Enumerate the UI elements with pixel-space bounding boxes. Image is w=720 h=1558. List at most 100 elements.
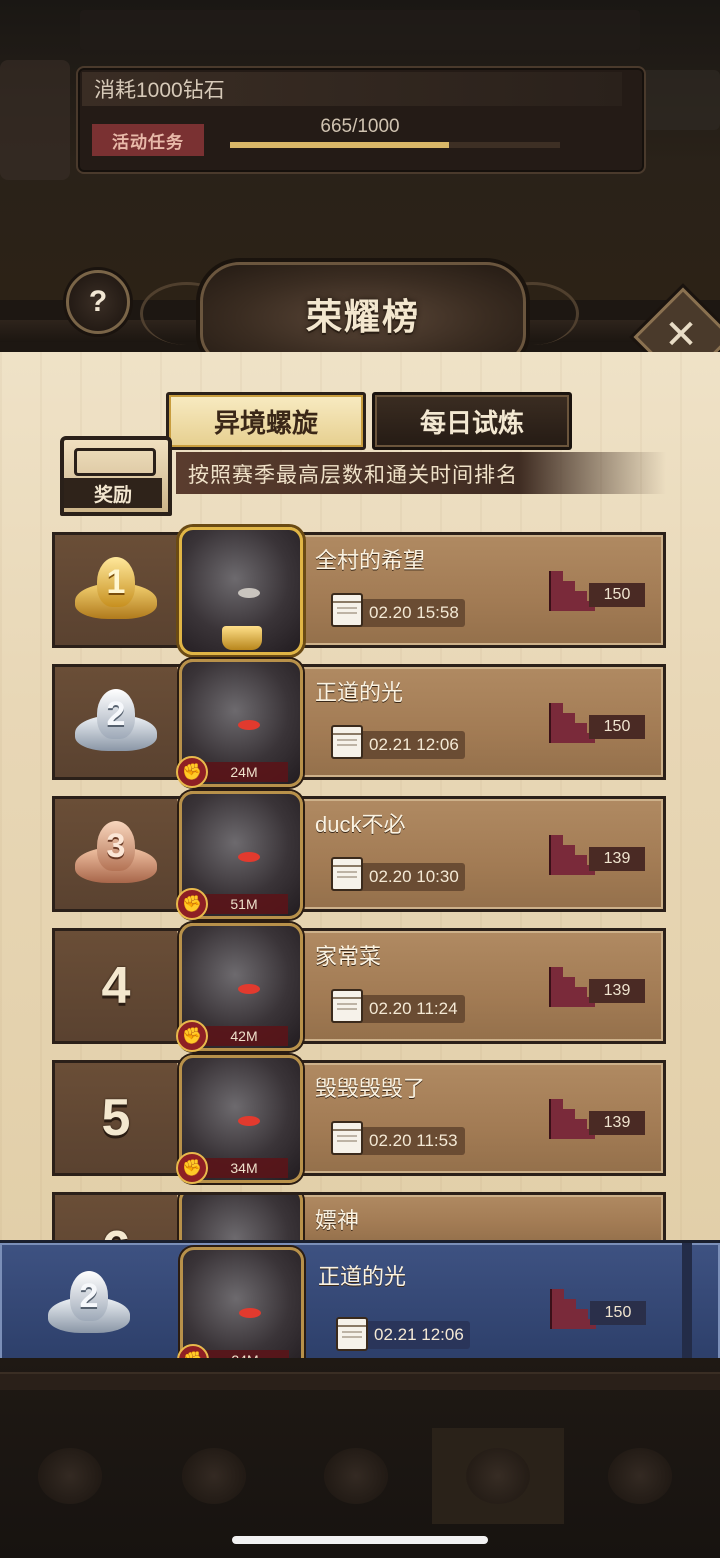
bottom-nav-item[interactable] — [290, 1428, 422, 1524]
silver-medal-icon: 2 — [75, 685, 157, 759]
rank-number: 3 — [97, 821, 135, 871]
fist-icon: ✊ — [176, 1152, 208, 1184]
floor-value: 139 — [589, 979, 645, 1003]
player-power: 34M — [200, 1158, 288, 1178]
rank-cell: 2 — [55, 667, 177, 777]
floor-count: 139 — [549, 835, 645, 875]
calendar-icon — [331, 593, 363, 627]
leaderboard-row[interactable]: 3 51M ✊ duck不必 02.20 10:30 139 — [52, 791, 666, 920]
nav-icon-1 — [38, 1448, 102, 1504]
bottom-nav-item[interactable] — [574, 1428, 706, 1524]
my-rank-cell: 2 — [0, 1243, 170, 1361]
my-avatar[interactable]: 24M ✊ — [177, 1247, 304, 1376]
my-floor: 150 — [550, 1289, 646, 1329]
nav-icon-2 — [182, 1448, 246, 1504]
calendar-icon — [331, 1121, 363, 1155]
rank-number: 6 — [55, 1195, 177, 1243]
silver-medal-icon: 2 — [48, 1267, 130, 1341]
task-progress-fill — [230, 142, 450, 148]
task-progress-text: 665/1000 — [320, 116, 400, 137]
floor-count: 150 — [549, 703, 645, 743]
question-icon: ? — [88, 285, 108, 318]
nav-icon-3 — [324, 1448, 388, 1504]
blurred-icon — [640, 70, 720, 130]
player-power: 42M — [200, 1026, 288, 1046]
nav-icon-4 — [466, 1448, 530, 1504]
player-name: 毁毁毁毁了 — [315, 1076, 426, 1101]
fist-icon: ✊ — [176, 1020, 208, 1052]
rank-number: 1 — [97, 557, 135, 607]
calendar-icon — [331, 857, 363, 891]
avatar-eye — [238, 852, 260, 862]
rank-cell: 5 — [55, 1063, 177, 1173]
chest-lid — [74, 448, 156, 476]
player-name: 全村的希望 — [315, 548, 426, 573]
my-player-name: 正道的光 — [318, 1264, 407, 1289]
my-floor-value: 150 — [590, 1301, 646, 1325]
rank-cell: 6 — [55, 1195, 177, 1243]
rank-cell: 4 — [55, 931, 177, 1041]
bottom-nav-item[interactable] — [432, 1428, 564, 1524]
player-avatar[interactable]: 42M ✊ — [176, 923, 303, 1052]
nav-icon-5 — [608, 1448, 672, 1504]
calendar-icon — [331, 725, 363, 759]
tab-daily-trial[interactable]: 每日试炼 — [372, 392, 572, 450]
floor-value: 139 — [589, 847, 645, 871]
task-title: 消耗1000钻石 — [94, 79, 225, 102]
floor-count: 150 — [549, 571, 645, 611]
avatar-eye — [238, 588, 260, 598]
bottom-rail — [0, 1372, 720, 1390]
avatar-eye — [238, 1116, 260, 1126]
leaderboard-row[interactable]: 5 34M ✊ 毁毁毁毁了 02.20 11:53 139 — [52, 1055, 666, 1184]
floor-count: 139 — [549, 1099, 645, 1139]
avatar-eye — [238, 984, 260, 994]
avatar-eye — [238, 720, 260, 730]
floor-value: 139 — [589, 1111, 645, 1135]
leaderboard-row[interactable]: 2 24M ✊ 正道的光 02.21 12:06 150 — [52, 659, 666, 788]
floor-value: 150 — [589, 715, 645, 739]
blurred-header — [80, 10, 640, 50]
bottom-nav-item[interactable] — [148, 1428, 280, 1524]
my-rank-bar[interactable]: 2 24M ✊ 正道的光 02.21 12:06 150 — [0, 1240, 720, 1376]
rank-cell: 1 — [55, 535, 177, 645]
rank-number: 2 — [97, 689, 135, 739]
player-avatar[interactable]: 51M ✊ — [176, 791, 303, 920]
calendar-icon — [336, 1317, 368, 1351]
avatar-eye — [239, 1308, 261, 1318]
fist-icon: ✊ — [176, 756, 208, 788]
bronze-medal-icon: 3 — [75, 817, 157, 891]
calendar-icon — [331, 989, 363, 1023]
leaderboard-row[interactable]: 6 ✊ 嫖神 — [52, 1192, 666, 1246]
leaderboard-row[interactable]: 4 42M ✊ 家常菜 02.20 11:24 139 — [52, 923, 666, 1052]
player-avatar[interactable] — [179, 527, 303, 655]
player-name: 正道的光 — [315, 680, 404, 705]
floor-value: 150 — [589, 583, 645, 607]
reward-button[interactable]: 奖励 — [64, 478, 162, 508]
rank-number: 5 — [101, 1089, 131, 1147]
bar-edge — [682, 1243, 692, 1361]
rank-cell: 3 — [55, 799, 177, 909]
help-button[interactable]: ? — [66, 270, 130, 334]
rank-number: 4 — [101, 957, 131, 1015]
ranking-rule-text: 按照赛季最高层数和通关时间排名 — [188, 464, 518, 487]
player-name: 嫖神 — [315, 1208, 360, 1233]
task-tag: 活动任务 — [92, 124, 204, 156]
gold-crest-icon — [222, 626, 262, 650]
gold-medal-icon: 1 — [75, 553, 157, 627]
home-indicator[interactable] — [232, 1536, 488, 1544]
player-power: 24M — [200, 762, 288, 782]
player-name: 家常菜 — [315, 944, 382, 969]
task-progress-bar — [230, 142, 560, 148]
activity-task-card[interactable]: 消耗1000钻石 活动任务 665/1000 — [76, 66, 646, 174]
player-name: duck不必 — [315, 812, 406, 837]
player-avatar[interactable]: 34M ✊ — [176, 1055, 303, 1184]
player-avatar[interactable]: 24M ✊ — [176, 659, 303, 788]
blurred-character — [0, 60, 70, 180]
tab-spiral[interactable]: 异境螺旋 — [166, 392, 366, 450]
player-power: 51M — [200, 894, 288, 914]
leaderboard-row[interactable]: 1 全村的希望 02.20 15:58 150 — [52, 527, 666, 655]
floor-count: 139 — [549, 967, 645, 1007]
player-avatar[interactable]: ✊ — [179, 1195, 303, 1243]
bottom-nav-item[interactable] — [4, 1428, 136, 1524]
page-title: 荣耀榜 — [305, 296, 420, 337]
